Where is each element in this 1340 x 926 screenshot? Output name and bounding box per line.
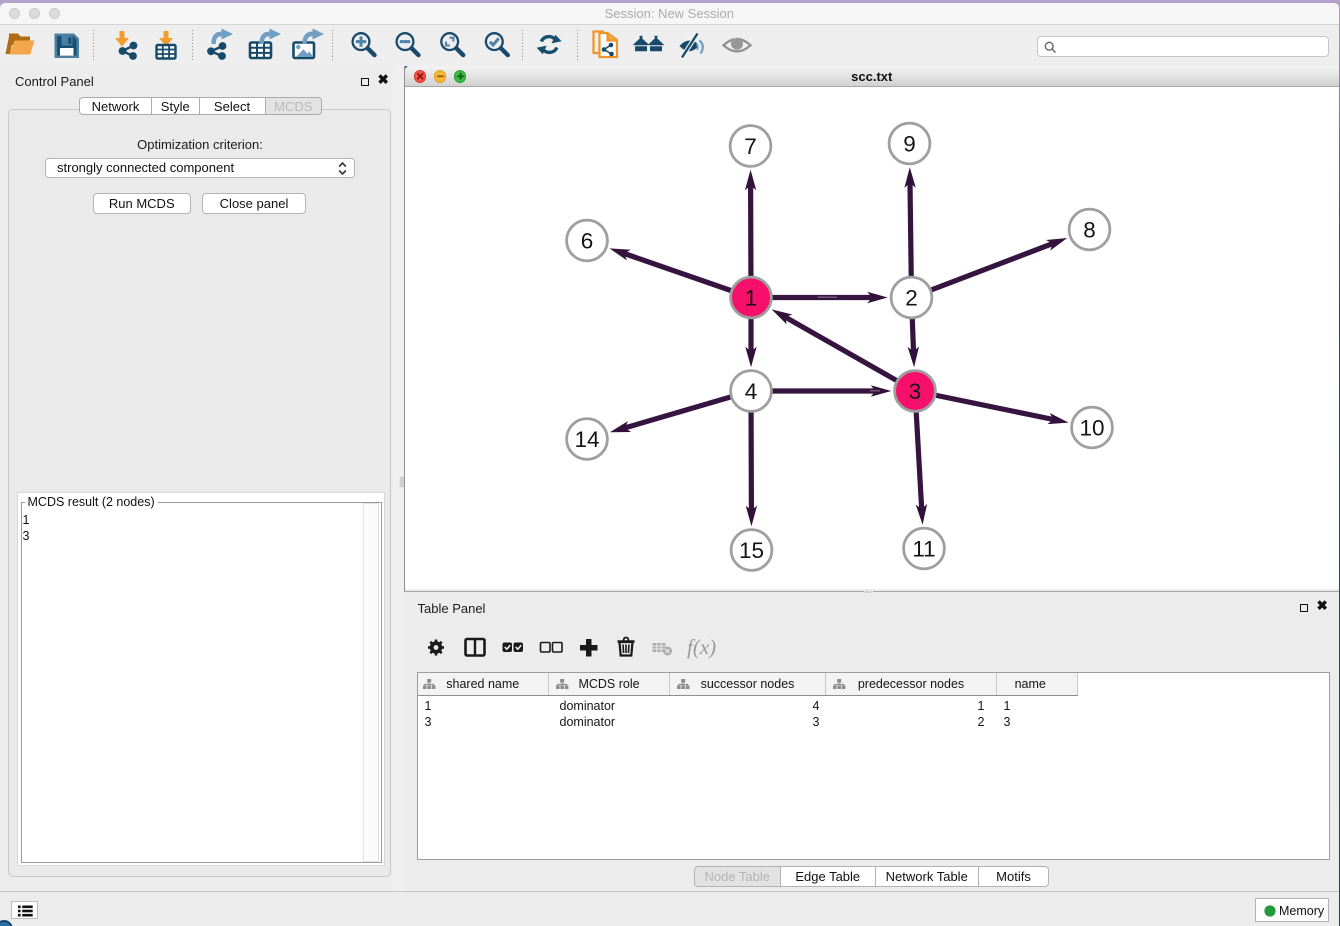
svg-text:2: 2: [905, 286, 918, 311]
svg-text:3: 3: [909, 379, 922, 404]
svg-text:1: 1: [745, 286, 758, 311]
svg-text:14: 14: [574, 427, 599, 452]
svg-text:11: 11: [912, 537, 935, 562]
svg-text:6: 6: [581, 229, 594, 254]
svg-text:4: 4: [745, 379, 758, 404]
svg-text:7: 7: [744, 134, 757, 159]
svg-text:9: 9: [903, 132, 916, 157]
svg-text:f(x): f(x): [687, 635, 716, 659]
svg-text:8: 8: [1083, 218, 1096, 243]
svg-text:10: 10: [1079, 416, 1104, 441]
svg-text:15: 15: [739, 538, 764, 563]
